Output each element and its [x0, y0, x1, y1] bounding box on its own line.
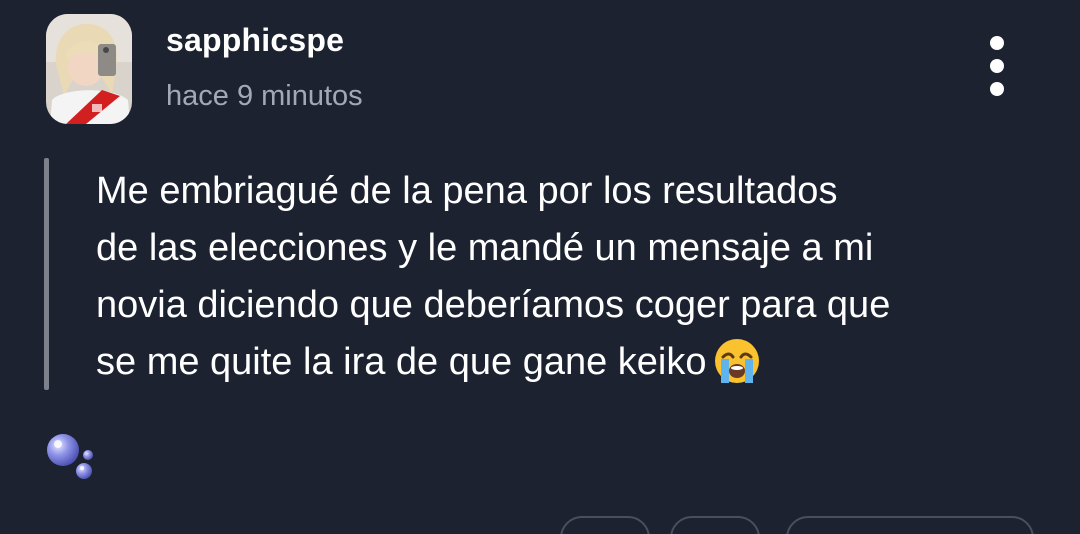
- action-pill-1[interactable]: [560, 516, 650, 534]
- action-pill-2[interactable]: [670, 516, 760, 534]
- loudly-crying-face-icon: [714, 338, 759, 383]
- more-options-button[interactable]: [980, 36, 1014, 100]
- post-text-line: novia diciendo que deberíamos coger para…: [96, 284, 891, 326]
- post-text-line: de las elecciones y le mandé un mensaje …: [96, 227, 874, 269]
- post-text-line: Me embriagué de la pena por los resultad…: [96, 170, 838, 212]
- quote-bar: [44, 158, 49, 390]
- reaction-button[interactable]: [44, 430, 100, 486]
- post-text-line-last: se me quite la ira de que gane keiko: [96, 334, 1046, 391]
- post-text-line: se me quite la ira de que gane keiko: [96, 341, 707, 383]
- avatar[interactable]: [46, 14, 132, 124]
- bubbles-icon: [47, 434, 93, 479]
- post-text: Me embriagué de la pena por los resultad…: [96, 163, 1046, 391]
- post-timestamp: hace 9 minutos: [166, 80, 363, 112]
- avatar-image: [46, 14, 132, 124]
- action-pill-3[interactable]: [786, 516, 1034, 534]
- username[interactable]: sapphicspe: [166, 22, 344, 59]
